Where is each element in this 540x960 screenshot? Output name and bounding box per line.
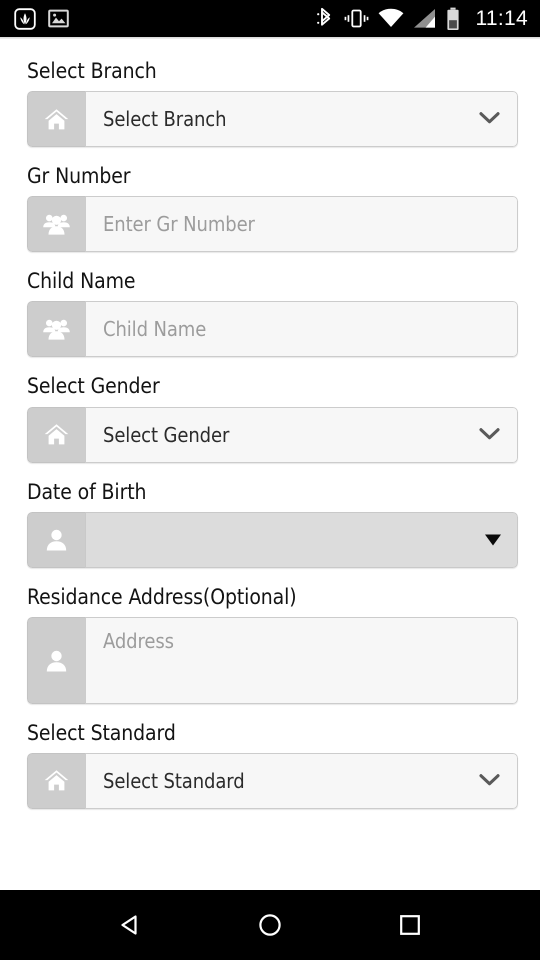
field-gr-number: Gr Number Enter Gr Number	[27, 164, 518, 253]
label-select-branch: Select Branch	[27, 59, 157, 83]
residance-address-control[interactable]: Address	[27, 616, 518, 704]
back-button[interactable]	[94, 890, 166, 960]
field-date-of-birth: Date of Birth	[27, 479, 518, 568]
photo-notification-icon	[48, 8, 69, 29]
status-bar-clock: 11:14	[475, 7, 528, 30]
select-gender-control[interactable]: Select Gender	[27, 406, 518, 463]
caret-down-icon[interactable]	[485, 534, 501, 546]
field-residance-address: Residance Address(Optional) Address	[27, 584, 518, 704]
select-gender-value-area[interactable]: Select Gender	[85, 406, 518, 463]
group-icon	[27, 301, 85, 358]
status-bar: 11:14	[0, 0, 540, 37]
residance-address-placeholder: Address	[103, 628, 174, 653]
select-branch-control[interactable]: Select Branch	[27, 91, 518, 148]
bluetooth-icon	[316, 7, 335, 30]
child-name-input-area[interactable]: Child Name	[85, 301, 518, 358]
label-date-of-birth: Date of Birth	[27, 479, 147, 504]
field-child-name: Child Name Child Name	[27, 269, 518, 358]
label-gr-number: Gr Number	[27, 164, 131, 189]
gr-number-control[interactable]: Enter Gr Number	[27, 196, 518, 253]
label-child-name: Child Name	[27, 269, 136, 294]
cellular-signal-icon	[413, 8, 437, 29]
field-select-standard: Select Standard Select Standard	[27, 720, 518, 809]
app-root: 11:14 Select Branch Select Branch Gr Num…	[0, 0, 540, 960]
residance-address-input-area[interactable]: Address	[85, 616, 518, 704]
person-icon	[27, 616, 85, 704]
gr-number-input-area[interactable]: Enter Gr Number	[85, 196, 518, 253]
select-branch-value: Select Branch	[103, 107, 227, 132]
gr-number-placeholder: Enter Gr Number	[103, 212, 255, 237]
select-standard-control[interactable]: Select Standard	[27, 752, 518, 809]
field-select-branch: Select Branch Select Branch	[27, 59, 518, 148]
date-of-birth-value-area[interactable]	[85, 511, 518, 568]
android-navigation-bar	[0, 890, 540, 960]
chevron-down-icon[interactable]	[479, 425, 500, 444]
chevron-down-icon[interactable]	[479, 110, 500, 129]
person-icon	[27, 511, 85, 568]
child-name-control[interactable]: Child Name	[27, 301, 518, 358]
home-icon	[27, 406, 85, 463]
home-icon	[27, 752, 85, 809]
recents-button[interactable]	[374, 890, 446, 960]
select-standard-value: Select Standard	[103, 768, 245, 793]
date-of-birth-control[interactable]	[27, 511, 518, 568]
wifi-icon	[378, 8, 404, 29]
select-branch-value-area[interactable]: Select Branch	[85, 91, 518, 148]
field-select-gender: Select Gender Select Gender	[27, 374, 518, 463]
child-name-placeholder: Child Name	[103, 317, 207, 342]
select-gender-value: Select Gender	[103, 422, 230, 447]
label-select-gender: Select Gender	[27, 374, 160, 399]
status-bar-notifications	[14, 7, 69, 30]
status-bar-system-icons: 11:14	[316, 7, 529, 31]
label-residance-address: Residance Address(Optional)	[27, 584, 297, 609]
label-select-standard: Select Standard	[27, 720, 176, 745]
select-standard-value-area[interactable]: Select Standard	[85, 752, 518, 809]
vibrate-icon	[344, 7, 369, 30]
group-icon	[27, 196, 85, 253]
battery-icon	[446, 7, 460, 31]
home-button[interactable]	[234, 890, 306, 960]
app-notification-icon	[14, 7, 36, 30]
home-icon	[27, 91, 85, 148]
registration-form: Select Branch Select Branch Gr Number En…	[0, 39, 540, 890]
chevron-down-icon[interactable]	[479, 771, 500, 790]
